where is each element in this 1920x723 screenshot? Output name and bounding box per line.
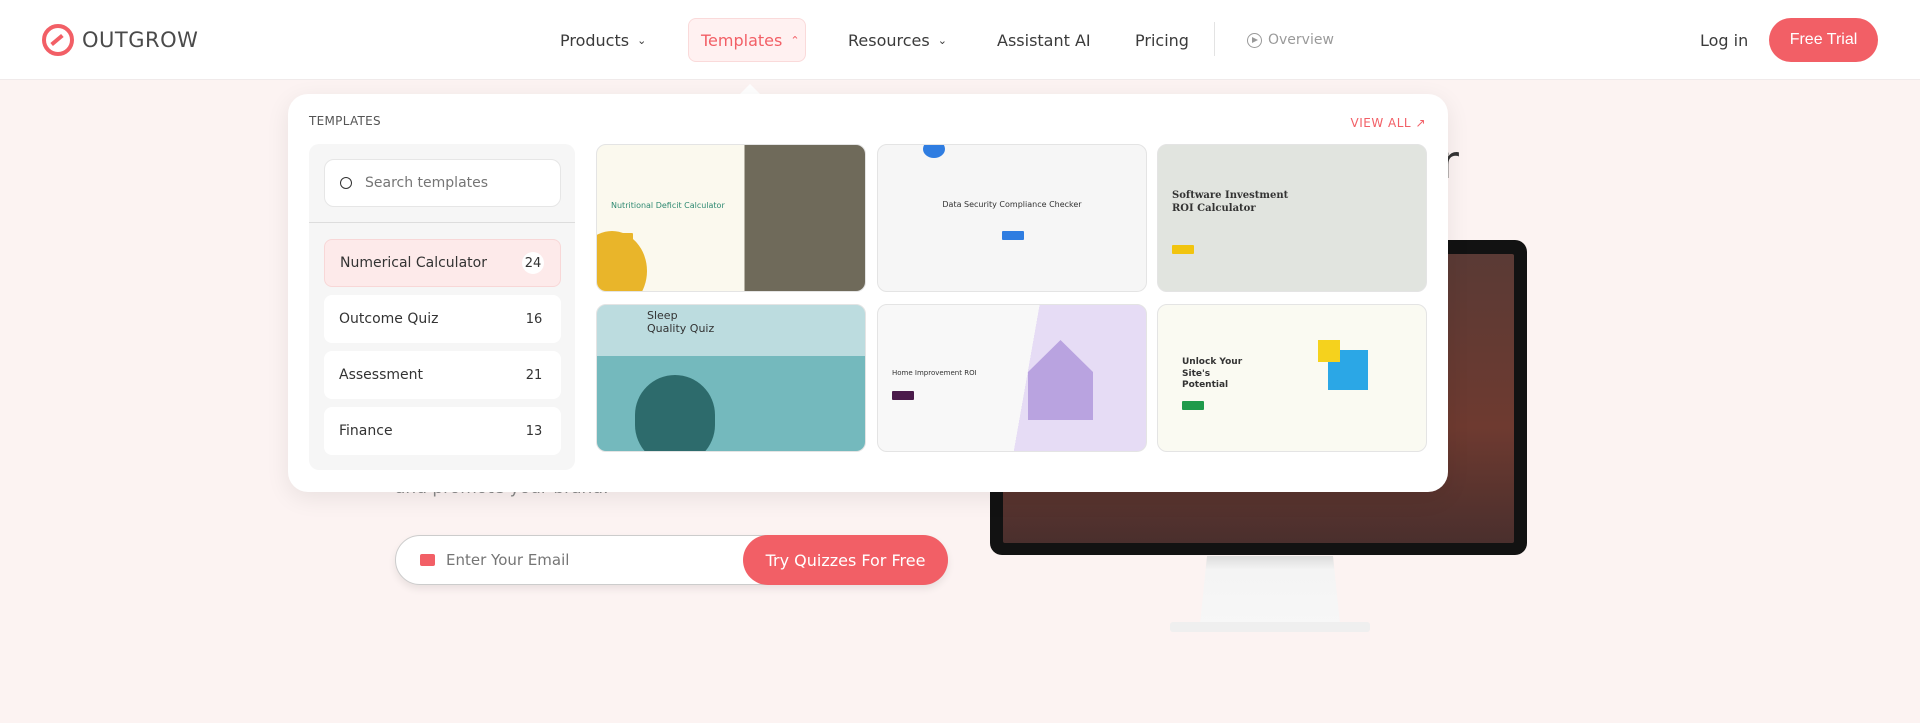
category-label: Assessment bbox=[339, 367, 423, 383]
mail-icon bbox=[420, 554, 435, 566]
category-count: 24 bbox=[522, 252, 544, 274]
login-label: Log in bbox=[1700, 30, 1749, 50]
nav-label: Resources bbox=[848, 30, 930, 50]
category-outcome-quiz[interactable]: Outcome Quiz 16 bbox=[324, 295, 561, 343]
logo-text: OUTGROW bbox=[82, 28, 199, 52]
free-trial-button[interactable]: Free Trial bbox=[1769, 18, 1878, 62]
play-icon bbox=[1247, 32, 1262, 48]
logo[interactable]: OUTGROW bbox=[42, 24, 198, 56]
template-title: Home Improvement ROI bbox=[892, 369, 977, 377]
search-icon bbox=[340, 177, 352, 189]
category-count: 16 bbox=[525, 311, 543, 327]
template-button bbox=[611, 233, 633, 242]
category-numerical-calculator[interactable]: Numerical Calculator 24 bbox=[324, 239, 561, 287]
outgrow-logo-icon bbox=[42, 24, 74, 56]
template-title: Sleep Quality Quiz bbox=[647, 309, 715, 336]
email-signup-form: Try Quizzes For Free bbox=[395, 535, 948, 585]
nav-label: Products bbox=[560, 30, 630, 50]
template-button bbox=[1002, 231, 1024, 240]
chevron-up-icon: ⌃ bbox=[790, 33, 800, 47]
house-illustration bbox=[1028, 340, 1093, 420]
category-label: Finance bbox=[339, 423, 393, 439]
nav-divider bbox=[1214, 22, 1215, 56]
category-label: Outcome Quiz bbox=[339, 311, 439, 327]
search-templates-input[interactable] bbox=[365, 160, 545, 206]
category-label: Numerical Calculator bbox=[340, 255, 487, 271]
template-button bbox=[1182, 401, 1204, 410]
template-card[interactable]: Sleep Quality Quiz bbox=[596, 304, 866, 452]
template-card[interactable]: Nutritional Deficit Calculator bbox=[596, 144, 866, 292]
nav-assistant-ai[interactable]: Assistant AI bbox=[997, 18, 1091, 62]
chevron-down-icon: ⌄ bbox=[637, 33, 647, 47]
template-card[interactable]: Data Security Compliance Checker bbox=[877, 144, 1147, 292]
template-button bbox=[892, 391, 914, 400]
templates-dropdown: TEMPLATES VIEW ALL ↗ Numerical Calculato… bbox=[288, 94, 1448, 492]
template-title: Nutritional Deficit Calculator bbox=[611, 201, 725, 210]
top-nav: OUTGROW Products ⌄ Templates ⌃ Resources ⌄ … bbox=[0, 0, 1920, 80]
category-sidebar: Numerical Calculator 24 Outcome Quiz 16 As… bbox=[309, 144, 575, 470]
template-title: Data Security Compliance Checker bbox=[942, 200, 1082, 209]
sleep-illustration bbox=[635, 375, 715, 451]
dropdown-caret bbox=[740, 84, 760, 94]
overview-label: Overview bbox=[1268, 32, 1334, 48]
chart-illustration bbox=[1318, 340, 1340, 362]
login-link[interactable]: Log in bbox=[1700, 18, 1748, 62]
template-title: Software Investment ROI Calculator bbox=[1172, 190, 1289, 214]
email-input[interactable] bbox=[446, 536, 736, 584]
nav-label: Pricing bbox=[1135, 30, 1189, 50]
chevron-down-icon: ⌄ bbox=[937, 33, 947, 47]
nav-templates[interactable]: Templates ⌃ bbox=[688, 18, 806, 62]
nav-resources[interactable]: Resources ⌄ bbox=[848, 18, 947, 62]
category-assessment[interactable]: Assessment 21 bbox=[324, 351, 561, 399]
try-quizzes-button[interactable]: Try Quizzes For Free bbox=[743, 535, 948, 585]
template-card[interactable]: Unlock Your Site's Potential bbox=[1157, 304, 1427, 452]
nav-label: Assistant AI bbox=[997, 30, 1091, 50]
overview-link[interactable]: Overview bbox=[1247, 18, 1334, 62]
divider bbox=[309, 222, 575, 223]
template-title: Unlock Your Site's Potential bbox=[1182, 357, 1243, 391]
category-finance[interactable]: Finance 13 bbox=[324, 407, 561, 455]
template-button bbox=[1172, 245, 1194, 254]
category-count: 13 bbox=[525, 423, 543, 439]
template-card[interactable]: Home Improvement ROI bbox=[877, 304, 1147, 452]
view-all-label: VIEW ALL bbox=[1350, 116, 1412, 130]
dropdown-label: TEMPLATES bbox=[309, 114, 381, 128]
view-all-link[interactable]: VIEW ALL ↗ bbox=[1351, 116, 1426, 130]
search-box bbox=[324, 159, 561, 207]
monitor-base bbox=[1170, 622, 1370, 632]
nav-pricing[interactable]: Pricing bbox=[1135, 18, 1189, 62]
monitor-stand bbox=[1200, 556, 1340, 624]
category-count: 21 bbox=[525, 367, 543, 383]
nav-label: Templates bbox=[701, 30, 783, 50]
globe-icon bbox=[923, 145, 945, 158]
nav-products[interactable]: Products ⌄ bbox=[560, 18, 646, 62]
template-card[interactable]: Software Investment ROI Calculator bbox=[1157, 144, 1427, 292]
arrow-up-right-icon: ↗ bbox=[1415, 116, 1426, 130]
